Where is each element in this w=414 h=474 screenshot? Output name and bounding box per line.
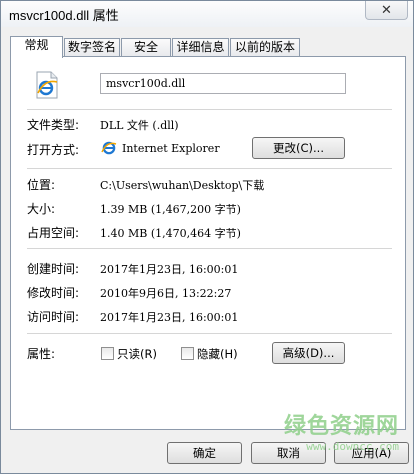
tab-general[interactable]: 常规 (10, 36, 63, 58)
size-value: 1.39 MB (1,467,200 字节) (100, 203, 241, 216)
tab-label: 详细信息 (176, 40, 225, 54)
tab-label: 安全 (133, 40, 158, 54)
internet-explorer-icon (101, 140, 117, 159)
opens-with-label: 打开方式: (27, 143, 80, 157)
divider (27, 168, 392, 169)
close-icon: ✕ (381, 2, 392, 18)
general-panel: msvcr100d.dll 文件类型: DLL 文件 (.dll) 打开方式: … (10, 56, 406, 430)
accessed-label: 访问时间: (27, 310, 80, 324)
location-value: C:\Users\wuhan\Desktop\下载 (100, 179, 265, 192)
hidden-label[interactable]: 隐藏(H) (197, 346, 238, 362)
modified-label: 修改时间: (27, 286, 80, 300)
watermark: 绿色资源网 www.downcc.com (284, 408, 399, 453)
created-label: 创建时间: (27, 262, 80, 276)
properties-dialog: msvcr100d.dll 属性 ✕ 常规 数字签名 安全 详细信息 以前的版本 (0, 0, 414, 474)
accessed-value: 2017年1月23日, 16:00:01 (100, 311, 239, 324)
watermark-text: 绿色资源网 (283, 414, 399, 439)
tab-details[interactable]: 详细信息 (172, 38, 229, 57)
ie-file-icon (35, 71, 59, 102)
tab-previous-versions[interactable]: 以前的版本 (230, 38, 300, 57)
divider (27, 333, 392, 334)
change-button[interactable]: 更改(C)... (252, 137, 345, 159)
readonly-label[interactable]: 只读(R) (117, 346, 157, 362)
size-on-disk-value: 1.40 MB (1,470,464 字节) (100, 227, 241, 240)
opens-with-value: Internet Explorer (122, 142, 220, 155)
window-title: msvcr100d.dll 属性 (9, 8, 119, 23)
attributes-label: 属性: (27, 347, 56, 361)
file-type-label: 文件类型: (27, 118, 80, 132)
tab-label: 常规 (24, 38, 49, 52)
created-value: 2017年1月23日, 16:00:01 (100, 263, 239, 276)
readonly-checkbox[interactable] (101, 347, 114, 360)
modified-value: 2010年9月6日, 13:22:27 (100, 287, 232, 300)
hidden-checkbox[interactable] (181, 347, 194, 360)
tab-label: 数字签名 (67, 40, 116, 54)
file-type-value: DLL 文件 (.dll) (100, 119, 179, 132)
ok-button[interactable]: 确定 (167, 442, 242, 464)
divider (27, 248, 392, 249)
size-label: 大小: (27, 202, 56, 216)
watermark-url: www.downcc.com (306, 440, 399, 453)
close-button[interactable]: ✕ (365, 1, 408, 20)
title-bar[interactable]: msvcr100d.dll 属性 ✕ (1, 1, 413, 27)
advanced-button[interactable]: 高级(D)... (272, 342, 345, 364)
filename-field[interactable]: msvcr100d.dll (100, 73, 346, 94)
tab-label: 以前的版本 (234, 40, 295, 54)
tab-digital-signatures[interactable]: 数字签名 (64, 38, 120, 57)
divider (27, 109, 392, 110)
size-on-disk-label: 占用空间: (27, 226, 80, 240)
location-label: 位置: (27, 178, 56, 192)
tab-security[interactable]: 安全 (121, 38, 171, 57)
